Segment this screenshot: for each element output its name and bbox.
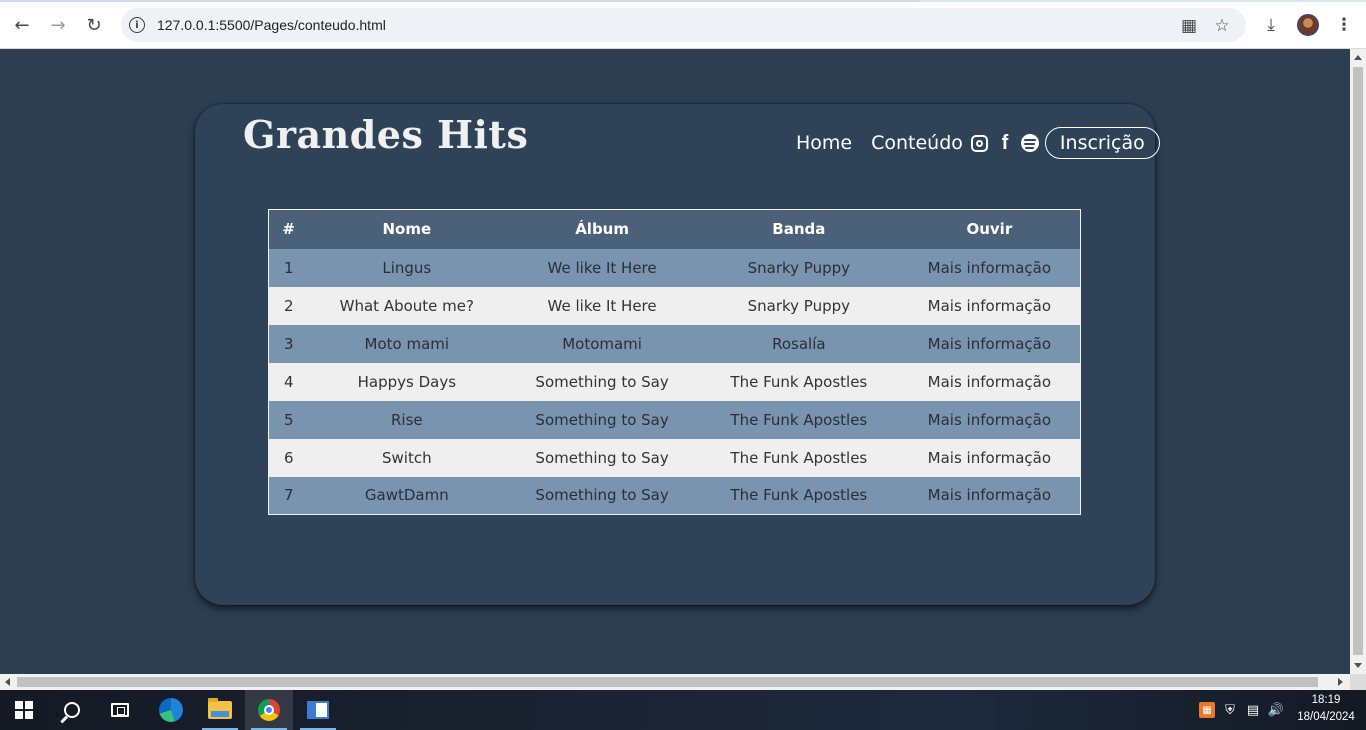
star-icon[interactable]: ☆ — [1211, 15, 1233, 37]
cell-banda: The Funk Apostles — [698, 438, 899, 477]
header-number: # — [268, 209, 309, 249]
cell-album: Something to Say — [505, 362, 699, 401]
cell-banda: Rosalía — [698, 324, 899, 363]
forward-arrow-icon[interactable]: → — [46, 13, 70, 37]
content-card: Grandes Hits Home Conteúdo f Inscrição #… — [195, 104, 1160, 605]
vertical-scroll-thumb[interactable] — [1353, 67, 1363, 655]
more-info-link[interactable]: Mais informação — [898, 400, 1081, 439]
table-row: 1 Lingus We like It Here Snarky Puppy Ma… — [268, 248, 1081, 287]
cell-banda: The Funk Apostles — [698, 476, 899, 515]
cell-album: We like It Here — [505, 286, 699, 325]
instagram-icon[interactable] — [969, 132, 991, 154]
vertical-scrollbar[interactable] — [1350, 49, 1366, 674]
cell-number: 4 — [268, 362, 309, 401]
url-text[interactable]: 127.0.0.1:5500/Pages/conteudo.html — [157, 17, 386, 33]
cell-album: Something to Say — [505, 476, 699, 515]
chrome-icon[interactable] — [245, 690, 293, 730]
nav-conteudo[interactable]: Conteúdo — [871, 132, 963, 154]
cell-number: 2 — [268, 286, 309, 325]
table-header-row: # Nome Álbum Banda Ouvir — [268, 209, 1081, 249]
volume-icon[interactable]: 🔊 — [1268, 702, 1284, 718]
cell-album: Motomami — [505, 324, 699, 363]
reload-icon[interactable]: ↻ — [82, 13, 106, 37]
scrollbar-corner — [1350, 674, 1366, 690]
network-icon[interactable]: ▤ — [1245, 702, 1261, 718]
more-info-link[interactable]: Mais informação — [898, 362, 1081, 401]
cell-nome: Switch — [308, 438, 506, 477]
header-nome: Nome — [308, 209, 506, 249]
page-viewport: Grandes Hits Home Conteúdo f Inscrição #… — [0, 49, 1350, 674]
songs-table: # Nome Álbum Banda Ouvir 1 Lingus We lik… — [268, 209, 1081, 515]
table-row: 5 Rise Something to Say The Funk Apostle… — [268, 400, 1081, 439]
more-info-link[interactable]: Mais informação — [898, 324, 1081, 363]
browser-toolbar: ← → ↻ i 127.0.0.1:5500/Pages/conteudo.ht… — [0, 0, 1366, 49]
cell-number: 3 — [268, 324, 309, 363]
cell-nome: GawtDamn — [308, 476, 506, 515]
task-view-icon[interactable] — [96, 690, 144, 730]
scroll-up-icon[interactable] — [1354, 55, 1362, 60]
search-icon[interactable] — [48, 690, 96, 730]
cell-banda: The Funk Apostles — [698, 362, 899, 401]
cell-number: 5 — [268, 400, 309, 439]
cell-nome: Rise — [308, 400, 506, 439]
horizontal-scroll-thumb[interactable] — [17, 677, 1318, 687]
edge-icon[interactable] — [147, 690, 195, 730]
scroll-down-icon[interactable] — [1354, 663, 1362, 668]
site-brand[interactable]: Grandes Hits — [243, 112, 528, 157]
cell-nome: Happys Days — [308, 362, 506, 401]
tab-strip — [0, 0, 1366, 2]
system-clock[interactable]: 18:19 18/04/2024 — [1290, 692, 1362, 726]
header-banda: Banda — [698, 209, 899, 249]
shield-icon[interactable]: ⛨ — [1222, 702, 1238, 718]
file-explorer-icon[interactable] — [196, 690, 244, 730]
back-arrow-icon[interactable]: ← — [10, 13, 34, 37]
cell-number: 7 — [268, 476, 309, 515]
cell-banda: The Funk Apostles — [698, 400, 899, 439]
cell-banda: Snarky Puppy — [698, 248, 899, 287]
cell-album: We like It Here — [505, 248, 699, 287]
table-row: 3 Moto mami Motomami Rosalía Mais inform… — [268, 324, 1081, 363]
site-nav: Home Conteúdo f Inscrição — [796, 127, 1160, 159]
more-info-link[interactable]: Mais informação — [898, 286, 1081, 325]
ime-icon[interactable]: ▦ — [1199, 702, 1215, 718]
table-row: 7 GawtDamn Something to Say The Funk Apo… — [268, 476, 1081, 515]
table-row: 4 Happys Days Something to Say The Funk … — [268, 362, 1081, 401]
cell-nome: Moto mami — [308, 324, 506, 363]
windows-taskbar: ▦ ⛨ ▤ 🔊 18:19 18/04/2024 — [0, 690, 1366, 730]
info-icon[interactable]: i — [129, 17, 145, 33]
spotify-icon[interactable] — [1019, 132, 1041, 154]
translate-icon[interactable]: ▦ — [1178, 15, 1200, 37]
clock-time: 18:19 — [1311, 694, 1341, 706]
scroll-left-icon[interactable] — [5, 678, 10, 686]
header-ouvir: Ouvir — [898, 209, 1081, 249]
active-tab-indicator — [0, 0, 920, 2]
profile-avatar[interactable] — [1297, 14, 1319, 36]
more-info-link[interactable]: Mais informação — [898, 476, 1081, 515]
editor-icon[interactable] — [294, 690, 342, 730]
download-icon[interactable]: ⤓ — [1260, 14, 1282, 36]
subscribe-button[interactable]: Inscrição — [1044, 127, 1160, 159]
more-info-link[interactable]: Mais informação — [898, 438, 1081, 477]
header-album: Álbum — [505, 209, 699, 249]
table-row: 2 What Aboute me? We like It Here Snarky… — [268, 286, 1081, 325]
cell-nome: Lingus — [308, 248, 506, 287]
more-info-link[interactable]: Mais informação — [898, 248, 1081, 287]
scroll-right-icon[interactable] — [1338, 678, 1343, 686]
windows-start-icon[interactable] — [0, 690, 48, 730]
cell-number: 6 — [268, 438, 309, 477]
cell-album: Something to Say — [505, 400, 699, 439]
cell-banda: Snarky Puppy — [698, 286, 899, 325]
kebab-menu-icon[interactable]: ⋮ — [1333, 14, 1355, 36]
cell-album: Something to Say — [505, 438, 699, 477]
facebook-icon[interactable]: f — [994, 132, 1016, 154]
cell-number: 1 — [268, 248, 309, 287]
address-bar[interactable]: i 127.0.0.1:5500/Pages/conteudo.html ▦ ☆ — [121, 8, 1246, 42]
horizontal-scrollbar[interactable] — [0, 674, 1350, 690]
cell-nome: What Aboute me? — [308, 286, 506, 325]
table-row: 6 Switch Something to Say The Funk Apost… — [268, 438, 1081, 477]
nav-home[interactable]: Home — [796, 132, 852, 154]
clock-date: 18/04/2024 — [1297, 711, 1355, 723]
